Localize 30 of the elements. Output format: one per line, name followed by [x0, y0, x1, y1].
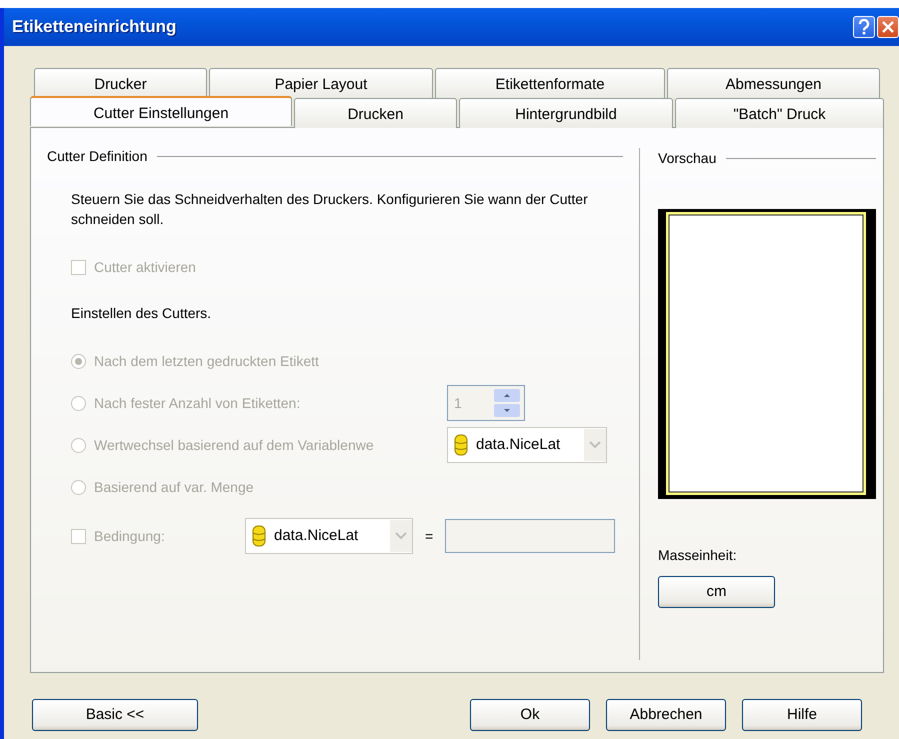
close-button[interactable] — [877, 16, 899, 38]
spin-up-button[interactable] — [494, 389, 520, 402]
spin-down-button[interactable] — [494, 404, 520, 417]
database-icon — [252, 525, 266, 547]
window-title: Etiketteneinrichtung — [12, 16, 176, 38]
help-button[interactable] — [853, 16, 875, 38]
up-arrow-icon[interactable] — [503, 392, 511, 399]
unit-button[interactable]: cm — [658, 576, 775, 608]
tab[interactable]: "Batch" Druck — [675, 98, 884, 128]
operator-text: = — [425, 526, 434, 546]
tab[interactable]: Cutter Einstellungen — [30, 96, 292, 126]
description-text: Steuern Sie das Schneidverhalten des Druckers. Konfigurieren Sie wann der Cutter schneiden soll. — [71, 190, 589, 229]
close-icon[interactable] — [882, 21, 894, 33]
group-title: Cutter Definition — [47, 147, 148, 166]
unit-label: Masseinheit: — [658, 546, 738, 565]
tab[interactable]: Abmessungen — [667, 68, 880, 98]
group-title: Vorschau — [658, 149, 716, 168]
help-icon[interactable] — [858, 19, 870, 35]
basic-button[interactable]: Basic << — [32, 699, 198, 731]
dialog-button[interactable]: Hilfe — [742, 699, 862, 731]
down-arrow-icon[interactable] — [503, 407, 511, 414]
tab[interactable]: Drucker — [34, 68, 207, 98]
tab[interactable]: Drucken — [294, 98, 457, 128]
database-icon — [454, 434, 468, 456]
section-label: Einstellen des Cutters. — [71, 304, 212, 323]
dialog-button[interactable]: Ok — [470, 699, 590, 731]
tab[interactable]: Etikettenformate — [435, 68, 665, 98]
dialog-button[interactable]: Abbrechen — [606, 699, 726, 731]
tab[interactable]: Hintergrundbild — [459, 98, 673, 128]
tab[interactable]: Papier Layout — [209, 68, 433, 98]
